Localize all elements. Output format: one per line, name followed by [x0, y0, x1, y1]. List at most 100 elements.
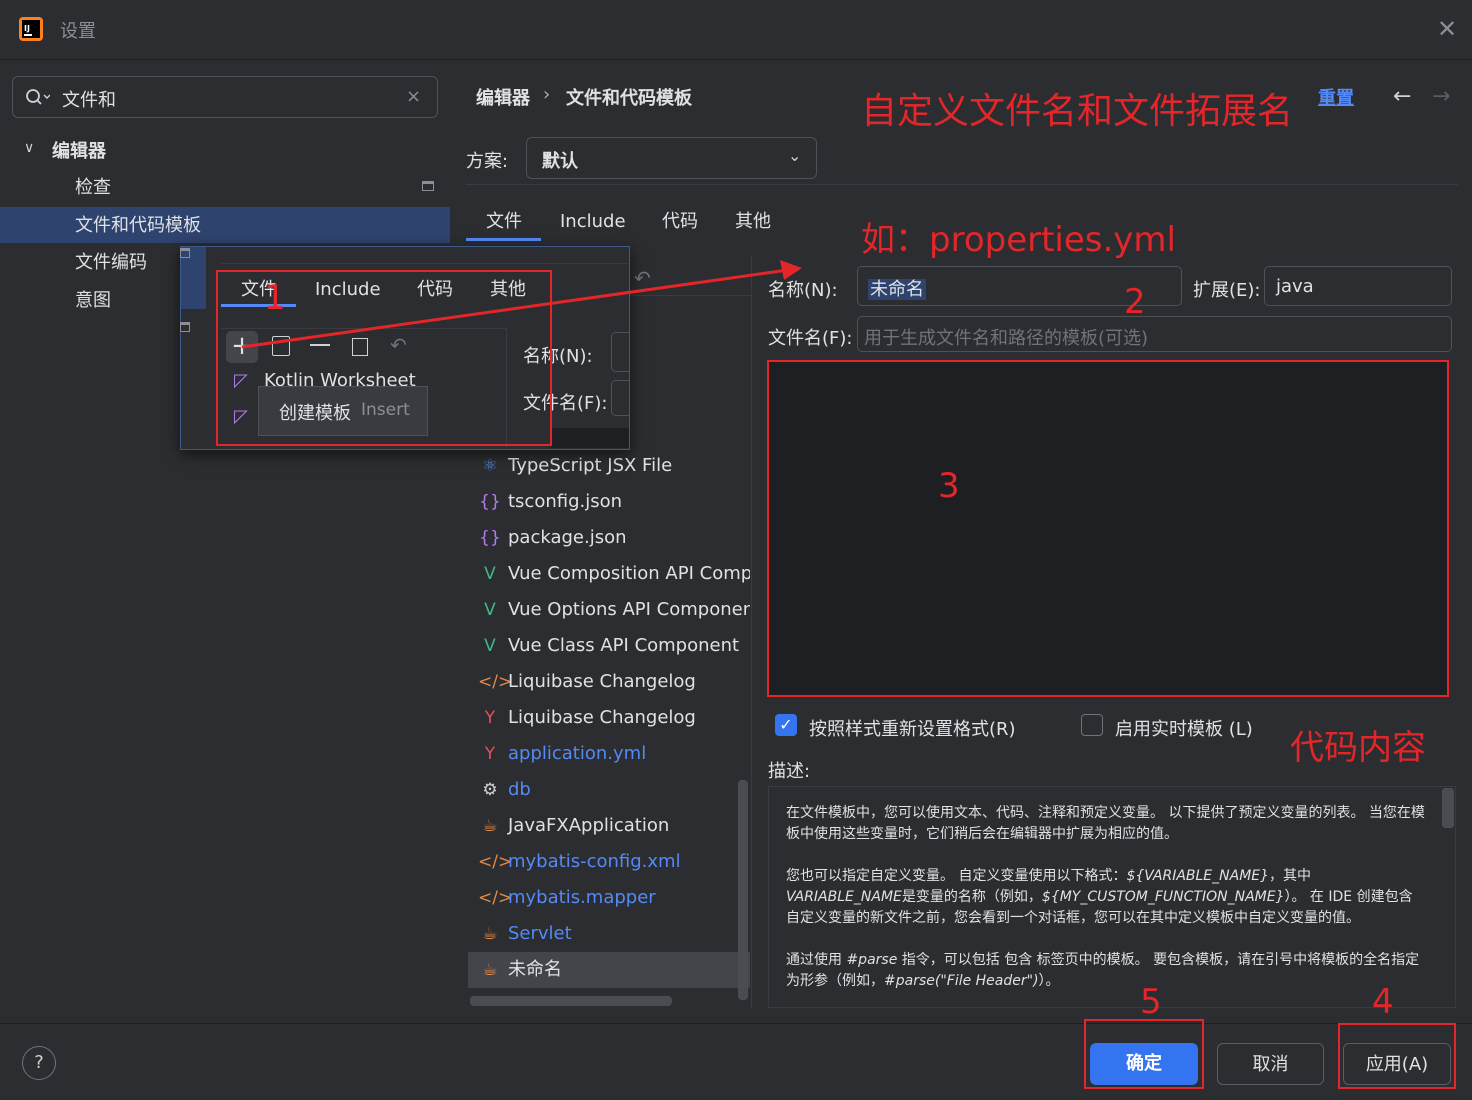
template-list-item[interactable]: {} package.json: [478, 520, 750, 556]
annotation-box-5: [1084, 1019, 1204, 1089]
search-value: 文件和: [62, 90, 116, 111]
description-scrollbar[interactable]: [1442, 788, 1454, 828]
template-name: TypeScript JSX File: [508, 455, 673, 476]
annotation-number-5: 5: [1140, 982, 1162, 1022]
template-name: mybatis-config.xml: [508, 851, 681, 872]
template-list-item[interactable]: {} tsconfig.json: [478, 484, 750, 520]
template-name: mybatis.mapper: [508, 887, 656, 908]
reformat-checkbox[interactable]: ✓: [775, 714, 797, 736]
svg-text:IJ: IJ: [24, 24, 30, 33]
template-type-icon: {}: [479, 528, 501, 548]
template-type-icon: </>: [478, 672, 513, 692]
template-list-item[interactable]: ☕ Servlet: [478, 916, 750, 952]
project-scope-icon: [180, 322, 190, 332]
tree-item-file-templates[interactable]: 文件和代码模板: [75, 208, 201, 244]
tree-item-file-encodings[interactable]: 文件编码: [75, 245, 147, 281]
template-name: Vue Class API Component: [508, 635, 740, 656]
template-name: Liquibase Changelog: [508, 671, 696, 692]
template-name: package.json: [508, 527, 627, 548]
close-icon[interactable]: ✕: [1434, 16, 1460, 42]
template-type-icon: Y: [484, 708, 496, 728]
live-template-label[interactable]: 启用实时模板 (L): [1115, 715, 1253, 741]
annotation-example: 如：properties.yml: [861, 220, 1176, 260]
tree-item-inspections[interactable]: 检查: [75, 170, 111, 206]
template-name: application.yml: [508, 743, 647, 764]
template-list-item[interactable]: V Vue Class API Component: [478, 628, 750, 664]
template-list-item[interactable]: </>mybatis-config.xml: [478, 844, 750, 880]
forward-arrow-icon: →: [1432, 84, 1451, 109]
template-name: Vue Composition API Component: [508, 563, 750, 584]
template-type-icon: </>: [478, 852, 513, 872]
template-type-icon: ☕: [482, 960, 498, 980]
template-type-icon: ☕: [482, 924, 498, 944]
reformat-label[interactable]: 按照样式重新设置格式(R): [809, 715, 1016, 741]
help-button[interactable]: ?: [22, 1046, 56, 1080]
live-template-checkbox[interactable]: [1081, 714, 1103, 736]
clear-search-icon[interactable]: ×: [406, 86, 421, 107]
project-scope-icon: [422, 181, 434, 191]
divider: [466, 184, 1458, 185]
template-list-item[interactable]: ⚙ db: [478, 772, 750, 808]
tree-root-editor[interactable]: 编辑器: [52, 134, 106, 170]
template-list-item[interactable]: ☕ JavaFXApplication: [478, 808, 750, 844]
breadcrumb-separator: ›: [543, 84, 551, 105]
tree-item-selected-bg: [0, 207, 450, 243]
active-tab-indicator: [466, 238, 541, 241]
search-icon: [26, 89, 50, 105]
template-type-icon: ☕: [482, 816, 498, 836]
list-horizontal-scrollbar[interactable]: [470, 996, 672, 1006]
template-type-icon: V: [484, 636, 496, 656]
description-label: 描述:: [768, 761, 811, 782]
settings-sidebar: [0, 61, 452, 1023]
annotation-code-content: 代码内容: [1290, 728, 1426, 768]
template-list-item[interactable]: ⚛ TypeScript JSX File: [478, 448, 750, 484]
template-type-icon: {}: [479, 492, 501, 512]
template-type-icon: V: [484, 600, 496, 620]
template-name: Servlet: [508, 923, 572, 944]
breadcrumb-editor[interactable]: 编辑器: [476, 84, 530, 110]
tree-item-intentions[interactable]: 意图: [75, 283, 111, 319]
title-bar: [0, 0, 1472, 60]
template-type-icon: Y: [484, 744, 496, 764]
annotation-title: 自定义文件名和文件拓展名: [861, 91, 1294, 132]
annotation-box-3: [767, 360, 1449, 697]
back-arrow-icon[interactable]: ←: [1393, 84, 1411, 109]
chevron-down-icon: ⌄: [788, 146, 802, 165]
scheme-label: 方案:: [466, 151, 509, 172]
extension-value: java: [1276, 276, 1314, 297]
list-vertical-scrollbar[interactable]: [738, 780, 748, 1000]
template-list-item[interactable]: Yapplication.yml: [478, 736, 750, 772]
template-name: Liquibase Changelog: [508, 707, 696, 728]
breadcrumb-file-templates: 文件和代码模板: [566, 88, 692, 109]
filename-placeholder: 用于生成文件名和路径的模板(可选): [864, 328, 1149, 349]
description-text: 在文件模板中，您可以使用文本、代码、注释和预定义变量。 以下提供了预定义变量的列…: [786, 805, 1425, 989]
tab-files[interactable]: 文件: [486, 208, 522, 242]
template-list-item[interactable]: V Vue Composition API Component: [478, 556, 750, 592]
template-list-item[interactable]: </>mybatis.mapper: [478, 880, 750, 916]
inset-editor: [551, 428, 629, 448]
chevron-down-icon[interactable]: ∨: [24, 140, 34, 156]
template-list-item[interactable]: V Vue Options API Component: [478, 592, 750, 628]
template-type-icon: V: [484, 564, 496, 584]
template-list-item[interactable]: ☕ 未命名: [478, 952, 750, 988]
template-name: db: [508, 779, 531, 800]
template-list-item[interactable]: Y Liquibase Changelog: [478, 700, 750, 736]
tab-include[interactable]: Include: [560, 208, 626, 242]
cancel-button[interactable]: 取消: [1217, 1043, 1324, 1085]
intellij-logo-icon: IJ: [19, 17, 43, 41]
template-type-icon: ⚙: [482, 780, 498, 800]
template-name: Vue Options API Component: [508, 599, 750, 620]
annotation-number-4: 4: [1372, 982, 1394, 1022]
annotation-number-1: 1: [264, 278, 286, 318]
template-list-item[interactable]: </>Liquibase Changelog: [478, 664, 750, 700]
template-name: tsconfig.json: [508, 491, 623, 512]
tab-other[interactable]: 其他: [735, 208, 771, 242]
annotation-arrow-icon: [241, 260, 802, 349]
scheme-value: 默认: [542, 151, 578, 172]
reset-link[interactable]: 重置: [1318, 84, 1354, 110]
annotation-number-3: 3: [938, 466, 960, 506]
inset-filename-input: [611, 380, 629, 416]
template-name: JavaFXApplication: [508, 815, 670, 836]
tab-code[interactable]: 代码: [662, 208, 698, 242]
name-value: 未命名: [868, 279, 926, 300]
